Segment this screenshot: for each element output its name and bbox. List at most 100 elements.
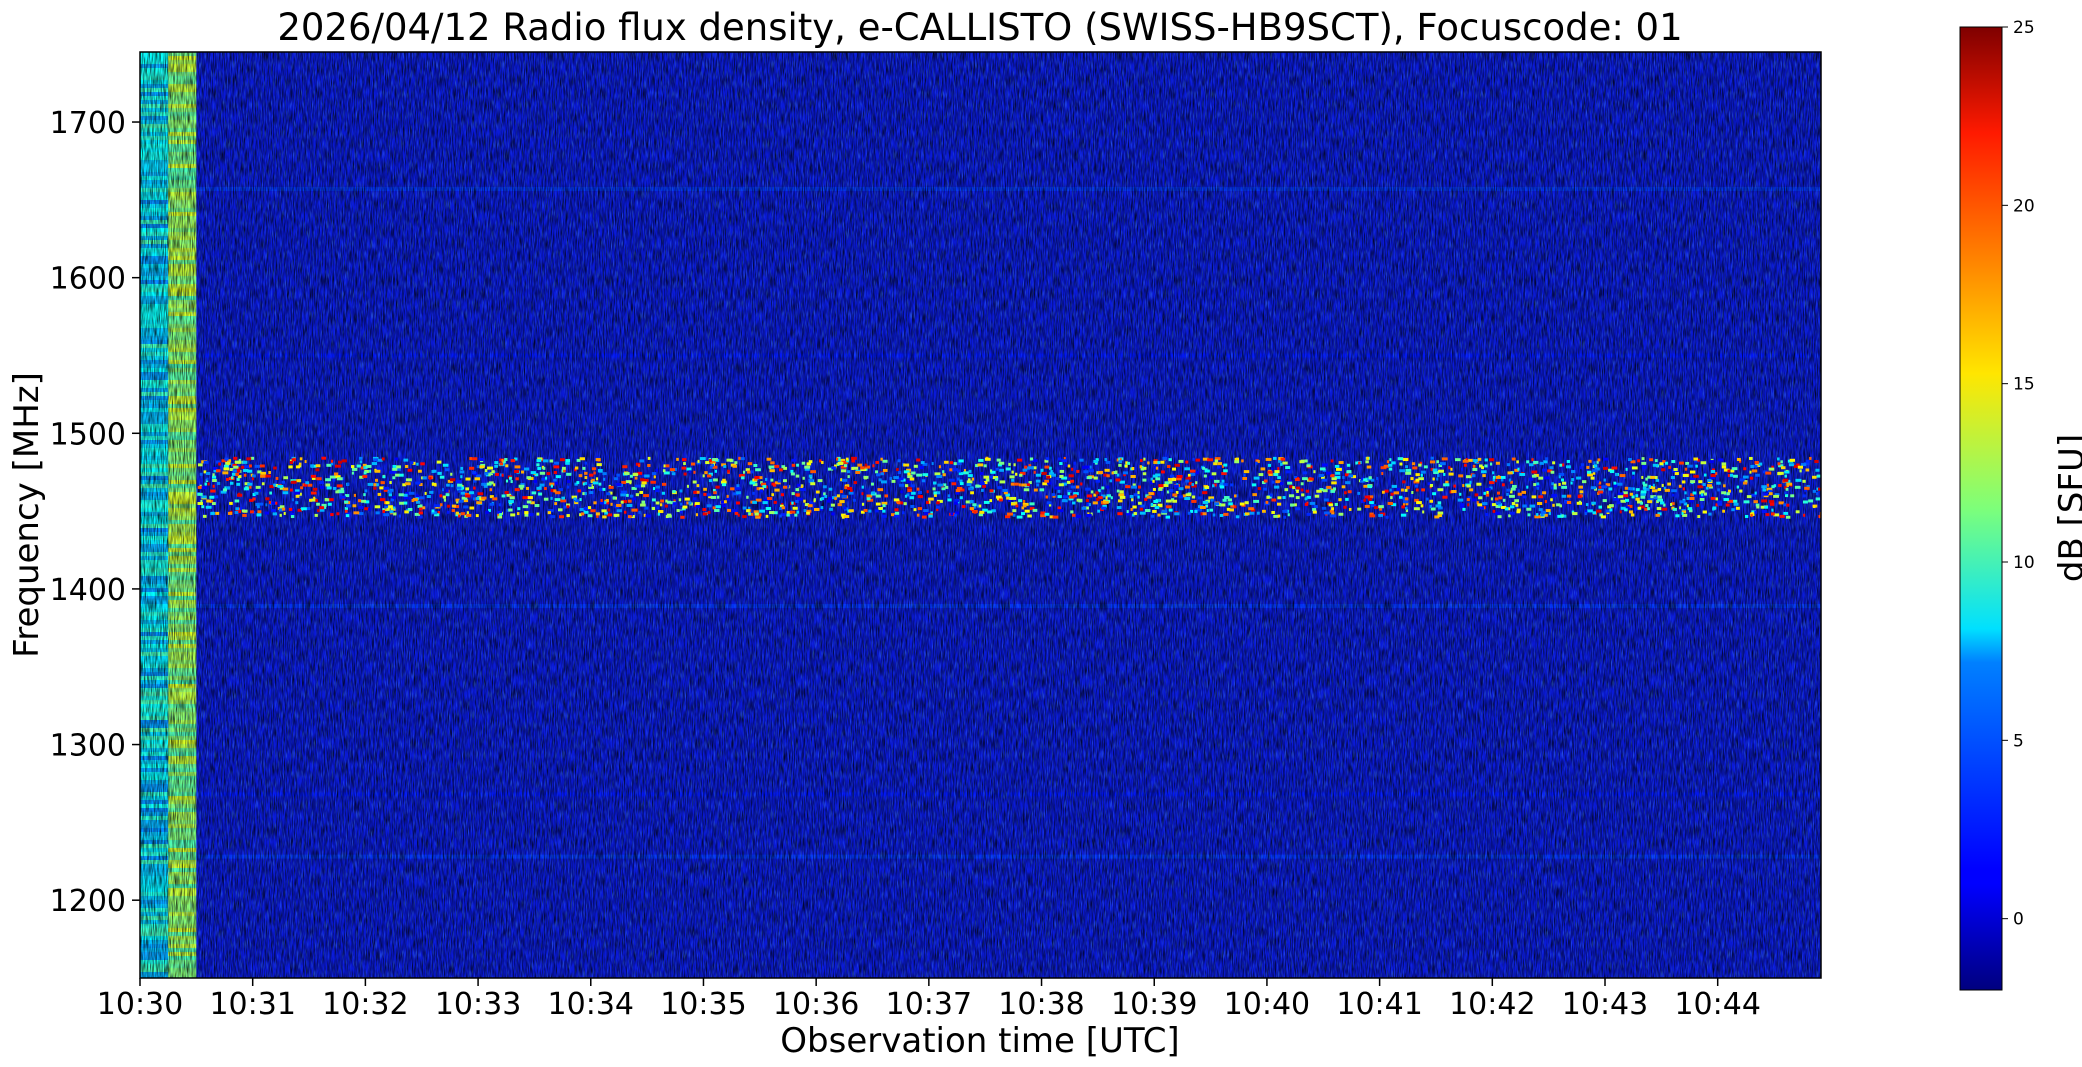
x-axis-label: Observation time [UTC]	[780, 1021, 1179, 1061]
band-pixel	[894, 508, 899, 512]
band-pixel	[407, 468, 413, 472]
band-pixel	[1778, 501, 1784, 505]
band-pixel	[679, 510, 683, 514]
band-pixel	[748, 512, 751, 516]
band-pixel	[994, 477, 999, 481]
band-pixel	[792, 506, 798, 510]
band-pixel	[1616, 482, 1623, 486]
band-pixel	[1155, 473, 1161, 477]
band-pixel	[1364, 504, 1370, 508]
band-pixel	[730, 487, 735, 491]
band-pixel	[1176, 475, 1183, 479]
band-pixel	[836, 494, 840, 498]
band-pixel	[713, 478, 718, 482]
band-pixel	[753, 463, 758, 467]
band-pixel	[1070, 479, 1075, 483]
band-pixel	[843, 464, 848, 468]
band-pixel	[1256, 511, 1260, 515]
band-pixel	[254, 464, 261, 468]
band-pixel	[1221, 479, 1225, 483]
band-pixel	[878, 506, 883, 510]
band-pixel	[312, 487, 318, 491]
band-pixel	[1130, 475, 1136, 479]
band-pixel	[375, 511, 380, 515]
band-pixel	[1057, 495, 1062, 499]
band-pixel	[1235, 515, 1240, 519]
band-pixel	[791, 463, 796, 467]
band-pixel	[820, 506, 824, 510]
band-pixel	[1313, 505, 1318, 509]
band-pixel	[344, 500, 349, 504]
band-pixel	[417, 469, 422, 473]
band-pixel	[381, 457, 385, 461]
band-pixel	[697, 459, 700, 463]
band-pixel	[1290, 503, 1295, 507]
band-pixel	[643, 494, 649, 498]
band-pixel	[1161, 470, 1165, 474]
band-pixel	[1415, 488, 1419, 492]
band-pixel	[542, 466, 546, 470]
band-pixel	[851, 456, 857, 460]
band-pixel	[1506, 492, 1509, 496]
band-pixel	[983, 500, 990, 504]
band-pixel	[369, 469, 372, 473]
band-pixel	[802, 476, 805, 480]
band-pixel	[1127, 461, 1131, 465]
band-pixel	[314, 513, 318, 517]
band-pixel	[1771, 485, 1775, 489]
band-pixel	[1130, 507, 1133, 511]
band-pixel	[465, 477, 471, 481]
band-pixel	[338, 490, 345, 494]
band-pixel	[398, 473, 404, 477]
band-pixel	[334, 464, 341, 468]
band-pixel	[555, 475, 561, 479]
band-pixel	[419, 515, 423, 519]
band-pixel	[980, 488, 984, 492]
band-pixel	[1580, 463, 1584, 467]
band-pixel	[787, 484, 790, 488]
band-pixel	[591, 467, 597, 471]
band-pixel	[1412, 466, 1418, 470]
band-pixel	[1521, 490, 1527, 494]
band-pixel	[1472, 498, 1477, 502]
band-pixel	[1561, 514, 1564, 518]
band-pixel	[1079, 458, 1084, 462]
band-pixel	[1039, 488, 1045, 492]
band-pixel	[1304, 502, 1309, 506]
band-pixel	[1223, 469, 1228, 473]
band-pixel	[1715, 472, 1718, 476]
band-pixel	[1531, 458, 1534, 462]
band-pixel	[1629, 492, 1633, 496]
band-pixel	[1335, 467, 1342, 471]
band-pixel	[495, 472, 499, 476]
band-pixel	[936, 501, 940, 505]
band-pixel	[1224, 496, 1230, 500]
band-pixel	[392, 476, 396, 480]
x-tick-label: 10:43	[1562, 987, 1648, 1022]
band-pixel	[1718, 458, 1724, 462]
band-pixel	[536, 486, 542, 490]
band-pixel	[1533, 460, 1539, 464]
band-pixel	[475, 514, 479, 518]
band-pixel	[868, 509, 872, 513]
band-pixel	[1402, 480, 1406, 484]
band-pixel	[762, 501, 768, 505]
band-pixel	[1210, 498, 1214, 502]
band-pixel	[1641, 461, 1647, 465]
band-pixel	[956, 477, 960, 481]
band-pixel	[742, 506, 747, 510]
band-pixel	[1460, 467, 1464, 471]
band-pixel	[1722, 509, 1726, 513]
band-pixel	[1212, 484, 1215, 488]
band-pixel	[465, 513, 472, 517]
band-pixel	[1184, 485, 1190, 489]
band-pixel	[650, 480, 656, 484]
band-pixel	[979, 510, 985, 514]
band-pixel	[1086, 513, 1092, 517]
band-pixel	[752, 500, 757, 504]
band-pixel	[1814, 460, 1819, 464]
band-pixel	[1168, 489, 1174, 493]
band-pixel	[640, 503, 646, 507]
band-pixel	[1539, 461, 1545, 465]
band-pixel	[252, 497, 256, 501]
